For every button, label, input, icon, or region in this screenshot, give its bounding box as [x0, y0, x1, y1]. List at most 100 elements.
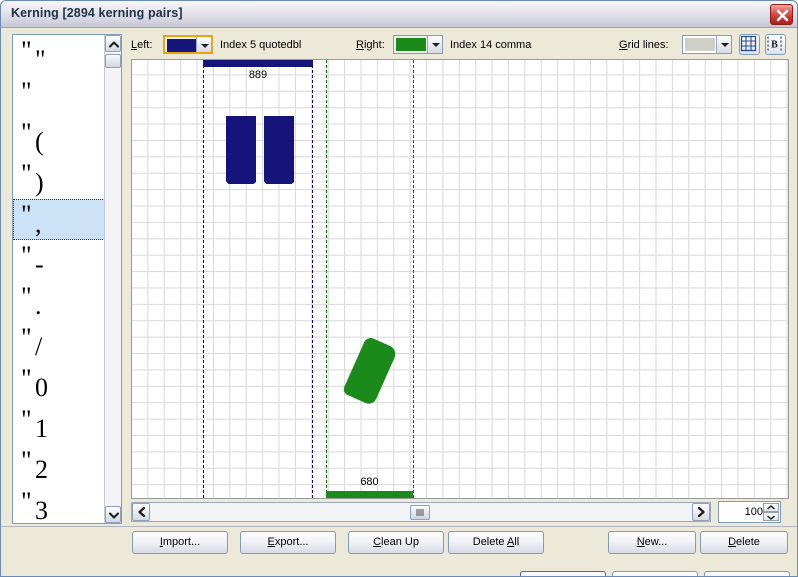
import-label-rest: mport...: [162, 536, 201, 548]
scroll-right-button[interactable]: [692, 503, 710, 521]
export-button[interactable]: Export...: [240, 531, 336, 554]
gridlines-label-rest: rid lines:: [627, 39, 669, 51]
kerning-preview-canvas[interactable]: 889 680: [131, 59, 789, 499]
chevron-down-icon: [716, 36, 731, 53]
list-scroll-down-button[interactable]: [105, 506, 121, 523]
left-advance-bar: [203, 60, 313, 67]
export-label-rest: xport...: [274, 536, 309, 548]
delete-all-label-rest: ll: [514, 536, 520, 548]
chevron-down-icon: [427, 36, 442, 53]
spinner-down-icon: [767, 515, 775, 520]
left-color-combo[interactable]: [163, 35, 213, 54]
toggle-grid-button[interactable]: [739, 34, 760, 55]
list-scrollbar[interactable]: [104, 35, 121, 523]
pair-first-glyph: ": [21, 323, 32, 352]
dialog-body: " " " "(") ", " - ". " / " 0 " 1 " 2 " 3 Left:: [1, 28, 797, 576]
ok-button[interactable]: OK: [520, 571, 606, 576]
left-glyph-stroke-1: [226, 116, 256, 184]
right-color-combo[interactable]: [393, 35, 443, 54]
list-item[interactable]: "(: [13, 117, 105, 158]
gridlines-label: Grid lines:: [619, 39, 669, 51]
zoom-value[interactable]: 100: [723, 506, 763, 518]
pair-second-glyph: -: [35, 250, 44, 279]
chevron-down-icon: [109, 512, 119, 519]
gridlines-color-swatch: [685, 38, 715, 51]
pair-first-glyph: ": [21, 200, 32, 229]
pair-second-glyph: ): [35, 168, 44, 197]
list-item[interactable]: " 0: [13, 363, 105, 404]
pair-first-glyph: ": [21, 487, 32, 516]
footer-separator: [1, 526, 797, 527]
zoom-decrement-button[interactable]: [763, 512, 779, 521]
toggle-bounding-box-button[interactable]: B: [765, 34, 786, 55]
pair-second-glyph: 0: [35, 373, 48, 402]
close-button[interactable]: [770, 4, 793, 25]
right-glyph-label: Right:: [356, 39, 385, 51]
pair-first-glyph: ": [21, 118, 32, 147]
title-bar: Kerning [2894 kerning pairs]: [1, 1, 797, 28]
close-icon: [776, 9, 789, 22]
pair-second-glyph: ": [35, 45, 46, 74]
pair-second-glyph: 3: [35, 496, 48, 524]
zoom-spinner-buttons: [763, 503, 779, 521]
pair-second-glyph: .: [35, 291, 42, 320]
pair-first-glyph: ": [21, 446, 32, 475]
help-button[interactable]: Help: [704, 571, 790, 576]
svg-text:B: B: [771, 40, 778, 51]
spinner-up-icon: [767, 505, 775, 510]
cancel-button[interactable]: Cancel: [612, 571, 698, 576]
chevron-right-icon: [697, 507, 705, 517]
grid-icon: [740, 35, 757, 52]
list-item[interactable]: " 1: [13, 404, 105, 445]
window-title: Kerning [2894 kerning pairs]: [11, 6, 183, 20]
list-item[interactable]: ".: [13, 281, 105, 322]
glyph-selection-toolbar: Left: Index 5 quotedbl Right: Index 14 c…: [131, 34, 789, 57]
pair-first-glyph: ": [21, 159, 32, 188]
grip-icon: [416, 509, 424, 516]
new-button[interactable]: New...: [608, 531, 696, 554]
right-glyph-value: Index 14 comma: [450, 39, 532, 51]
right-advance-bar: [326, 491, 413, 498]
list-item[interactable]: ",: [13, 199, 105, 240]
left-color-swatch: [167, 39, 197, 52]
chevron-left-icon: [138, 507, 146, 517]
delete-all-label-a: Delete: [472, 536, 507, 548]
list-scrollbar-thumb[interactable]: [105, 54, 121, 68]
right-advance-value: 680: [360, 476, 379, 488]
cleanup-label-rest: lean Up: [381, 536, 419, 548]
left-label-rest: eft:: [137, 39, 153, 51]
left-glyph-value: Index 5 quotedbl: [220, 39, 302, 51]
clean-up-button[interactable]: Clean Up: [348, 531, 444, 554]
left-origin-guide: [203, 60, 204, 498]
zoom-spinner[interactable]: 100: [718, 501, 781, 523]
horizontal-scrollbar-thumb[interactable]: [410, 505, 430, 520]
scroll-left-button[interactable]: [132, 503, 150, 521]
list-item[interactable]: " ": [13, 35, 105, 76]
pair-second-glyph: 2: [35, 455, 48, 484]
list-item[interactable]: ": [13, 76, 105, 117]
delete-all-button[interactable]: Delete All: [448, 531, 544, 554]
right-origin-guide: [326, 60, 327, 498]
left-glyph-stroke-2: [264, 116, 294, 184]
list-item[interactable]: " 3: [13, 486, 105, 524]
list-item[interactable]: " 2: [13, 445, 105, 486]
chevron-down-icon: [196, 37, 211, 52]
kerning-pair-list[interactable]: " " " "(") ", " - ". " / " 0 " 1 " 2 " 3: [12, 34, 122, 524]
import-button[interactable]: Import...: [132, 531, 228, 554]
zoom-increment-button[interactable]: [763, 503, 779, 512]
list-item[interactable]: "): [13, 158, 105, 199]
pair-first-glyph: ": [21, 282, 32, 311]
left-advance-guide: [312, 60, 313, 498]
canvas-horizontal-scrollbar[interactable]: [131, 502, 711, 522]
right-label-rest: ight:: [363, 39, 385, 51]
list-item[interactable]: " /: [13, 322, 105, 363]
new-label-rest: ew...: [644, 536, 668, 548]
pair-first-glyph: ": [21, 364, 32, 393]
gridlines-color-combo[interactable]: [682, 35, 732, 54]
pair-first-glyph: ": [21, 77, 32, 106]
pair-first-glyph: ": [21, 36, 32, 65]
list-scroll-up-button[interactable]: [105, 35, 121, 52]
bounding-box-icon: B: [767, 36, 782, 51]
list-item[interactable]: " -: [13, 240, 105, 281]
delete-button[interactable]: Delete: [700, 531, 788, 554]
